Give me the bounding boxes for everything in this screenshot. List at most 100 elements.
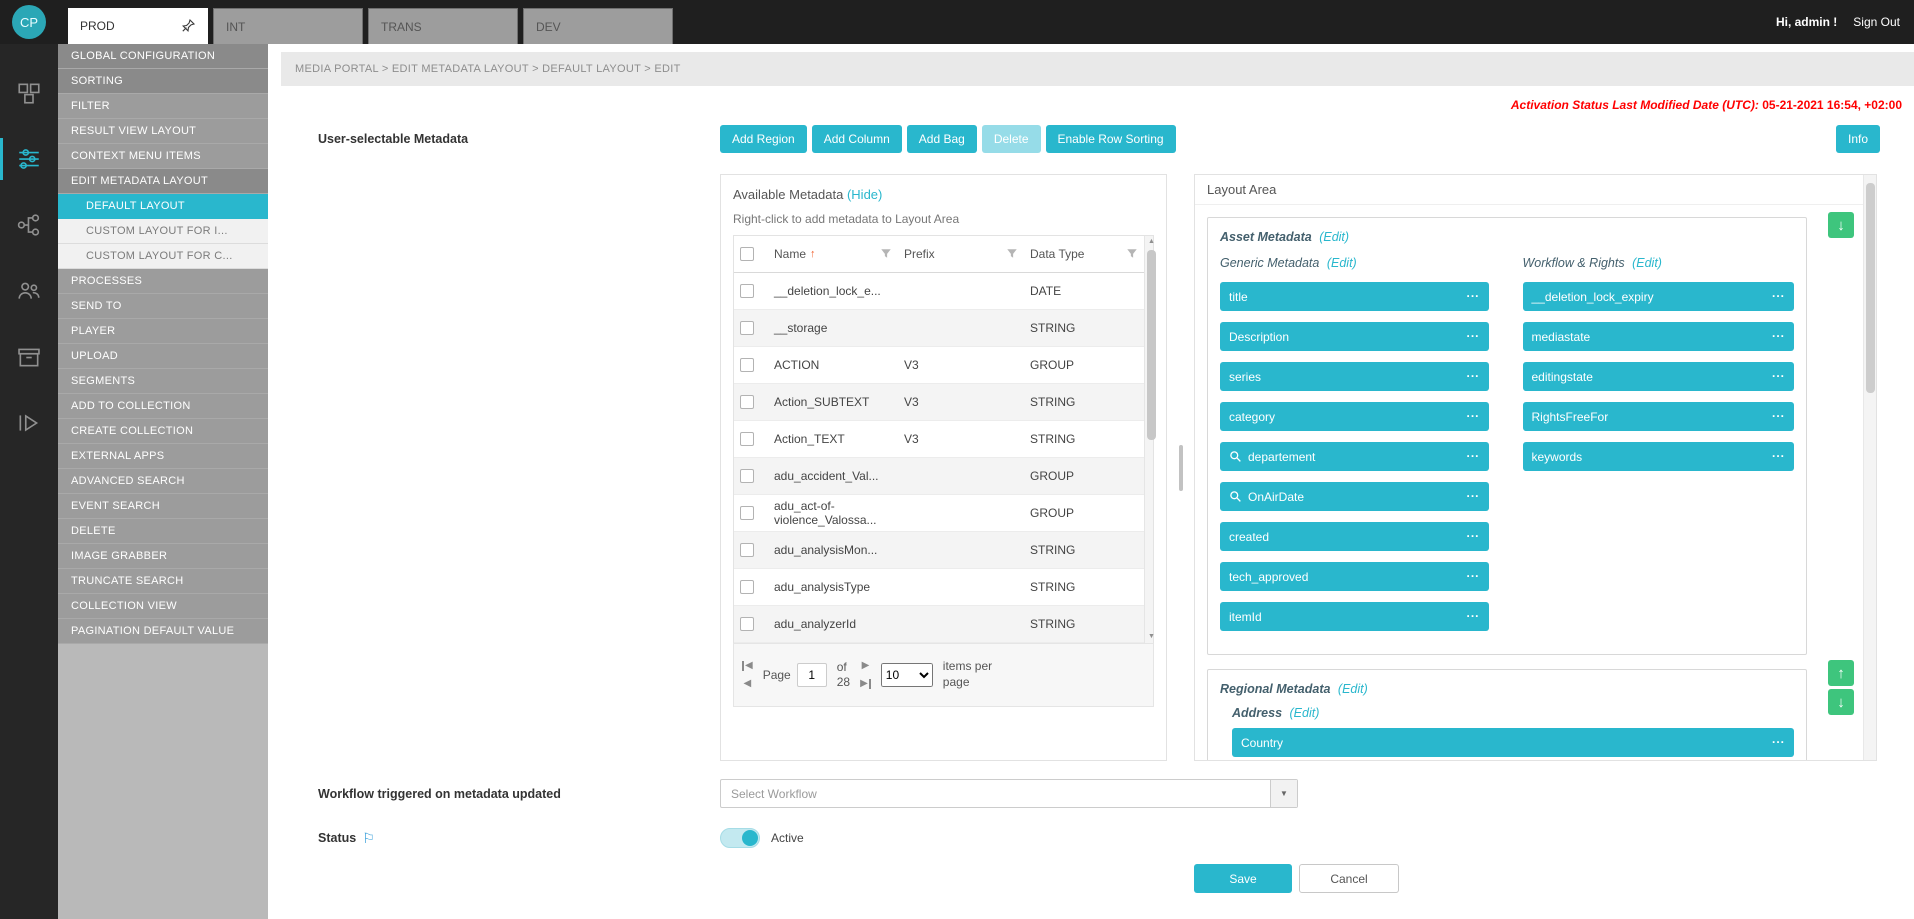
row-checkbox[interactable]: [740, 395, 754, 409]
sidebar-item-filter[interactable]: FILTER: [58, 94, 268, 119]
row-checkbox[interactable]: [740, 321, 754, 335]
scroll-down-icon[interactable]: ▼: [1145, 631, 1158, 643]
sidebar-item-processes[interactable]: PROCESSES: [58, 269, 268, 294]
sidebar-item-segments[interactable]: SEGMENTS: [58, 369, 268, 394]
rail-item-player[interactable]: [0, 402, 58, 444]
metadata-field-pill[interactable]: category ...: [1220, 402, 1489, 431]
row-checkbox[interactable]: [740, 469, 754, 483]
sidebar-item-delete[interactable]: DELETE: [58, 519, 268, 544]
add-bag-button[interactable]: Add Bag: [907, 125, 977, 153]
pill-menu-icon[interactable]: ...: [1772, 413, 1785, 420]
pill-menu-icon[interactable]: ...: [1772, 739, 1785, 746]
metadata-field-pill[interactable]: itemId ...: [1220, 602, 1489, 631]
hide-link[interactable]: (Hide): [847, 187, 882, 202]
sidebar-item-external-apps[interactable]: EXTERNAL APPS: [58, 444, 268, 469]
status-toggle[interactable]: [720, 828, 760, 848]
rail-item-assets[interactable]: [0, 72, 58, 114]
chevron-down-icon[interactable]: ▼: [1270, 780, 1297, 807]
metadata-field-pill[interactable]: series ...: [1220, 362, 1489, 391]
row-checkbox[interactable]: [740, 506, 754, 520]
pill-menu-icon[interactable]: ...: [1466, 453, 1479, 460]
table-row[interactable]: Action_SUBTEXT V3 STRING: [734, 383, 1144, 420]
pill-menu-icon[interactable]: ...: [1466, 533, 1479, 540]
scrollbar-thumb[interactable]: [1866, 183, 1875, 393]
delete-button[interactable]: Delete: [982, 125, 1041, 153]
move-section-down-button[interactable]: ↓: [1828, 689, 1854, 715]
sidebar-item-pagination-default-value[interactable]: PAGINATION DEFAULT VALUE: [58, 619, 268, 644]
tab-dev[interactable]: DEV: [523, 8, 673, 44]
sidebar-item-truncate-search[interactable]: TRUNCATE SEARCH: [58, 569, 268, 594]
row-checkbox[interactable]: [740, 580, 754, 594]
pill-menu-icon[interactable]: ...: [1466, 493, 1479, 500]
workflow-rights-edit-link[interactable]: (Edit): [1632, 256, 1662, 270]
sidebar-item-player[interactable]: PLAYER: [58, 319, 268, 344]
scrollbar-thumb[interactable]: [1147, 250, 1156, 440]
table-row[interactable]: adu_analysisType STRING: [734, 568, 1144, 605]
tab-trans[interactable]: TRANS: [368, 8, 518, 44]
page-number-input[interactable]: [797, 663, 827, 687]
panel-splitter[interactable]: [1167, 174, 1194, 761]
metadata-field-pill[interactable]: departement ...: [1220, 442, 1489, 471]
metadata-field-pill[interactable]: __deletion_lock_expiry ...: [1523, 282, 1795, 311]
select-all-checkbox[interactable]: [740, 247, 754, 261]
pill-menu-icon[interactable]: ...: [1466, 413, 1479, 420]
row-checkbox[interactable]: [740, 543, 754, 557]
row-checkbox[interactable]: [740, 358, 754, 372]
previous-page-button[interactable]: ◀: [744, 679, 752, 689]
save-button[interactable]: Save: [1194, 864, 1292, 893]
metadata-field-pill[interactable]: keywords ...: [1523, 442, 1795, 471]
sidebar-item-custom-layout-i[interactable]: CUSTOM LAYOUT FOR I...: [58, 219, 268, 244]
filter-icon[interactable]: [1006, 248, 1018, 260]
last-page-button[interactable]: ▶: [860, 679, 871, 689]
add-column-button[interactable]: Add Column: [812, 125, 902, 153]
sidebar-item-image-grabber[interactable]: IMAGE GRABBER: [58, 544, 268, 569]
rail-item-workflows[interactable]: [0, 204, 58, 246]
pill-menu-icon[interactable]: ...: [1772, 373, 1785, 380]
asset-metadata-edit-link[interactable]: (Edit): [1319, 230, 1349, 244]
sidebar-item-sorting[interactable]: SORTING: [58, 69, 268, 94]
sidebar-item-global-configuration[interactable]: GLOBAL CONFIGURATION: [58, 44, 268, 69]
sidebar-item-result-view-layout[interactable]: RESULT VIEW LAYOUT: [58, 119, 268, 144]
pill-menu-icon[interactable]: ...: [1772, 333, 1785, 340]
sidebar-item-create-collection[interactable]: CREATE COLLECTION: [58, 419, 268, 444]
generic-metadata-edit-link[interactable]: (Edit): [1327, 256, 1357, 270]
metadata-field-pill[interactable]: RightsFreeFor ...: [1523, 402, 1795, 431]
workflow-select[interactable]: Select Workflow ▼: [720, 779, 1298, 808]
next-page-button[interactable]: ▶: [862, 661, 870, 671]
sidebar-item-add-to-collection[interactable]: ADD TO COLLECTION: [58, 394, 268, 419]
metadata-field-pill[interactable]: mediastate ...: [1523, 322, 1795, 351]
metadata-field-pill[interactable]: tech_approved ...: [1220, 562, 1489, 591]
table-row[interactable]: adu_act-of-violence_Valossa... GROUP: [734, 494, 1144, 531]
metadata-field-pill[interactable]: created ...: [1220, 522, 1489, 551]
row-checkbox[interactable]: [740, 284, 754, 298]
sidebar-item-custom-layout-c[interactable]: CUSTOM LAYOUT FOR C...: [58, 244, 268, 269]
regional-metadata-edit-link[interactable]: (Edit): [1338, 682, 1368, 696]
sidebar-item-event-search[interactable]: EVENT SEARCH: [58, 494, 268, 519]
app-logo[interactable]: CP: [12, 5, 46, 39]
pill-menu-icon[interactable]: ...: [1466, 333, 1479, 340]
column-header-data-type[interactable]: Data Type: [1030, 247, 1084, 261]
sidebar-item-advanced-search[interactable]: ADVANCED SEARCH: [58, 469, 268, 494]
rail-item-settings[interactable]: [0, 138, 58, 180]
table-scrollbar[interactable]: ▲ ▼: [1144, 236, 1153, 643]
pill-menu-icon[interactable]: ...: [1466, 573, 1479, 580]
sidebar-item-send-to[interactable]: SEND TO: [58, 294, 268, 319]
metadata-field-pill[interactable]: title ...: [1220, 282, 1489, 311]
metadata-field-pill[interactable]: OnAirDate ...: [1220, 482, 1489, 511]
table-row[interactable]: adu_analyzerId STRING: [734, 605, 1144, 642]
first-page-button[interactable]: ◀: [742, 661, 753, 671]
sidebar-item-default-layout[interactable]: DEFAULT LAYOUT: [58, 194, 268, 219]
tab-int[interactable]: INT: [213, 8, 363, 44]
cancel-button[interactable]: Cancel: [1299, 864, 1399, 893]
sign-out-link[interactable]: Sign Out: [1853, 15, 1900, 29]
metadata-field-pill[interactable]: editingstate ...: [1523, 362, 1795, 391]
pill-menu-icon[interactable]: ...: [1772, 453, 1785, 460]
add-region-button[interactable]: Add Region: [720, 125, 807, 153]
table-row[interactable]: adu_analysisMon... STRING: [734, 531, 1144, 568]
column-header-prefix[interactable]: Prefix: [904, 247, 935, 261]
pill-menu-icon[interactable]: ...: [1466, 293, 1479, 300]
rail-item-users[interactable]: [0, 270, 58, 312]
table-row[interactable]: __deletion_lock_e... DATE: [734, 272, 1144, 309]
tab-prod[interactable]: PROD: [68, 8, 208, 44]
column-header-name[interactable]: Name: [774, 247, 806, 261]
